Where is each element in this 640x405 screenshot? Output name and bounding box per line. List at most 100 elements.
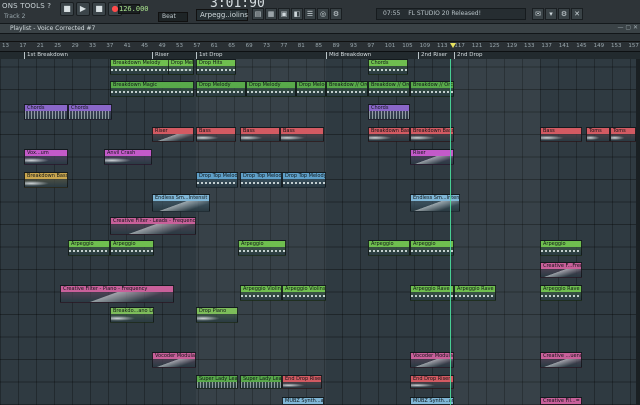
channel-rack-icon[interactable]: ▣ xyxy=(278,8,290,20)
window-controls[interactable]: — ▢ ✕ xyxy=(617,24,638,31)
ruler-bar-number: 149 xyxy=(593,43,605,49)
pattern-song-icon[interactable]: ■ xyxy=(60,2,74,16)
ruler-bar-number: 93 xyxy=(350,43,357,49)
vertical-scrollbar[interactable] xyxy=(636,59,640,405)
playlist-clip[interactable]: Bass xyxy=(196,127,236,142)
plugin-picker-icon[interactable]: ◎ xyxy=(317,8,329,20)
playlist-clip[interactable]: Drop Top Melody xyxy=(240,172,282,188)
playlist-clip[interactable]: Bass xyxy=(240,127,280,142)
piano-roll-icon[interactable]: ▦ xyxy=(265,8,277,20)
playlist-clip[interactable]: Arpeggio Violins xyxy=(282,285,326,301)
playlist-clip[interactable]: Breakdow // Orche xyxy=(326,81,368,97)
clip-content xyxy=(111,88,193,96)
playlist-clip[interactable]: Drop Top Melody xyxy=(196,172,238,188)
playlist-clip[interactable]: Drop Melody xyxy=(196,81,246,97)
browser-icon[interactable]: ☰ xyxy=(304,8,316,20)
clip-label: MUBZ Synth...amel pitch xyxy=(411,398,453,404)
playlist-clip[interactable]: Riser xyxy=(152,127,194,142)
snap-selector[interactable]: Beat xyxy=(158,12,188,22)
playlist-clip[interactable]: Riser xyxy=(410,149,454,165)
playlist-clip[interactable]: Arpeggio xyxy=(368,240,410,256)
playlist-clip[interactable]: Drop Top Melody xyxy=(282,172,326,188)
playlist-clip[interactable]: Breakdown Magic xyxy=(110,81,194,97)
playlist-grid[interactable]: Breakdown MelodyDrop MelodyDrop HitsChor… xyxy=(0,59,640,405)
time-marker[interactable]: 2nd Drop xyxy=(454,52,482,59)
time-marker[interactable]: Riser xyxy=(152,52,169,59)
time-marker[interactable]: 1st Breakdown xyxy=(24,52,68,59)
playlist-clip[interactable]: Chords xyxy=(68,104,112,120)
playlist-clip[interactable]: Bass xyxy=(540,127,582,142)
playlist-clip[interactable]: Drop Melody xyxy=(296,81,326,97)
clip-content xyxy=(241,134,279,141)
playlist-clip[interactable]: Arpeggio Rave xyxy=(410,285,454,301)
playlist-clip[interactable]: Anvil Crash xyxy=(104,149,152,165)
playlist-clip[interactable]: Breakdown Bass xyxy=(410,127,454,142)
playlist-clip[interactable]: MUBZ Synth...amel pitch xyxy=(410,397,454,405)
timeline-ruler[interactable]: 13 17 21 25 29 33 37 41 45 49 53 57 61 65 69 73 77 81 85 89… xyxy=(0,42,640,52)
playlist-clip[interactable]: Arpeggio Rave xyxy=(454,285,496,301)
mixer-icon[interactable]: ◧ xyxy=(291,8,303,20)
playlist-clip[interactable]: Creative Filter - Leads - Frequency xyxy=(110,217,196,235)
playlist-clip[interactable]: Endless Sm...Intensit xyxy=(410,194,460,212)
playlist-clip[interactable]: Creative Filter - Piano - Frequency xyxy=(60,285,174,303)
mail-icon[interactable]: ✉ xyxy=(532,8,544,20)
playlist-clip[interactable]: Arpeggio xyxy=(110,240,154,256)
playhead-marker-icon[interactable] xyxy=(450,43,456,48)
playlist-clip[interactable]: Arpeggio xyxy=(410,240,454,256)
playlist-clip[interactable]: Drop Melody xyxy=(246,81,296,97)
clip-content xyxy=(411,359,453,367)
gear-icon[interactable]: ⚙ xyxy=(558,8,570,20)
playlist-clip[interactable]: Breakdow // Orche xyxy=(368,81,410,97)
clip-content xyxy=(105,156,151,164)
playlist-clip[interactable]: Creative F...Frequency xyxy=(540,262,582,278)
settings-icon[interactable]: ⚙ xyxy=(330,8,342,20)
playlist-clip[interactable]: End Drop Riser xyxy=(282,375,322,389)
playlist-clip[interactable]: Drop Melody xyxy=(168,59,194,75)
playlist-clip[interactable]: Creative Fil...= Frequency xyxy=(540,397,582,405)
time-marker[interactable]: Mid Breakdown xyxy=(326,52,371,59)
playlist-clip[interactable]: End Drop Riser xyxy=(410,375,454,389)
playlist-clip[interactable]: Arpeggio Violins xyxy=(240,285,282,301)
playlist-clip[interactable]: Bass xyxy=(280,127,324,142)
pattern-selector[interactable]: Arpegg..iolins xyxy=(196,9,248,21)
play-icon[interactable]: ▶ xyxy=(76,2,90,16)
dropdown-icon[interactable]: ▾ xyxy=(545,8,557,20)
clip-content xyxy=(283,382,321,388)
playlist-clip[interactable]: Super Lady Lead xyxy=(196,375,238,389)
playlist-clip[interactable]: Drop Hits xyxy=(196,59,236,75)
playlist-clip[interactable]: Arpeggio Rave xyxy=(540,285,582,301)
playlist-clip[interactable]: Chords xyxy=(368,59,408,75)
clip-content xyxy=(369,247,409,255)
playlist-clip[interactable]: Breakdown Bass xyxy=(368,127,410,142)
tempo-display[interactable]: 126.000 xyxy=(118,4,149,14)
ruler-bar-number: 21 xyxy=(36,43,44,49)
playlist-clip[interactable]: Toms xyxy=(586,127,610,142)
playlist-clip[interactable]: Vocoder Modulation xyxy=(410,352,454,368)
news-panel[interactable]: 07:55 FL STUDIO 20 Released! xyxy=(376,8,526,20)
time-marker[interactable]: 2nd Riser xyxy=(418,52,447,59)
playlist-clip[interactable]: Arpeggio xyxy=(68,240,110,256)
playlist-clip[interactable]: Creative ...uency X2 xyxy=(540,352,582,368)
playlist-clip[interactable]: Arpeggio xyxy=(540,240,582,256)
stop-icon[interactable]: ■ xyxy=(92,2,106,16)
playlist-clip[interactable]: Endless Sm...Intensit xyxy=(152,194,210,212)
clip-content xyxy=(411,156,453,164)
playlist-clip[interactable]: Drop Piano xyxy=(196,307,238,323)
playlist-clip[interactable]: Breakdo...ano Low xyxy=(110,307,154,323)
close-icon[interactable]: ✕ xyxy=(571,8,583,20)
playlist-clip[interactable]: Toms xyxy=(610,127,636,142)
playlist-clip[interactable]: Arpeggio xyxy=(238,240,286,256)
playlist-clip[interactable]: Breakdown Bass xyxy=(24,172,68,188)
playlist-clip[interactable]: Super Lady Lead xyxy=(240,375,282,389)
playlist-clip[interactable]: Breakdow // Orche xyxy=(410,81,454,97)
playlist-clip[interactable]: Vocoder Modulation xyxy=(152,352,196,368)
menu-bar[interactable]: ONS TOOLS ? xyxy=(2,2,51,10)
playlist-clip[interactable]: Chords xyxy=(24,104,68,120)
clip-content xyxy=(541,292,581,300)
playlist-clip[interactable]: MUBZ Synth...amel pitch xyxy=(282,397,324,405)
playlist-title-bar[interactable]: Playlist - Voice Corrected #7 — ▢ ✕ xyxy=(0,24,640,34)
playlist-clip[interactable]: Vox...um xyxy=(24,149,68,165)
playlist-icon[interactable]: ▤ xyxy=(252,8,264,20)
time-marker[interactable]: 1st Drop xyxy=(196,52,223,59)
playlist-clip[interactable]: Chords xyxy=(368,104,410,120)
